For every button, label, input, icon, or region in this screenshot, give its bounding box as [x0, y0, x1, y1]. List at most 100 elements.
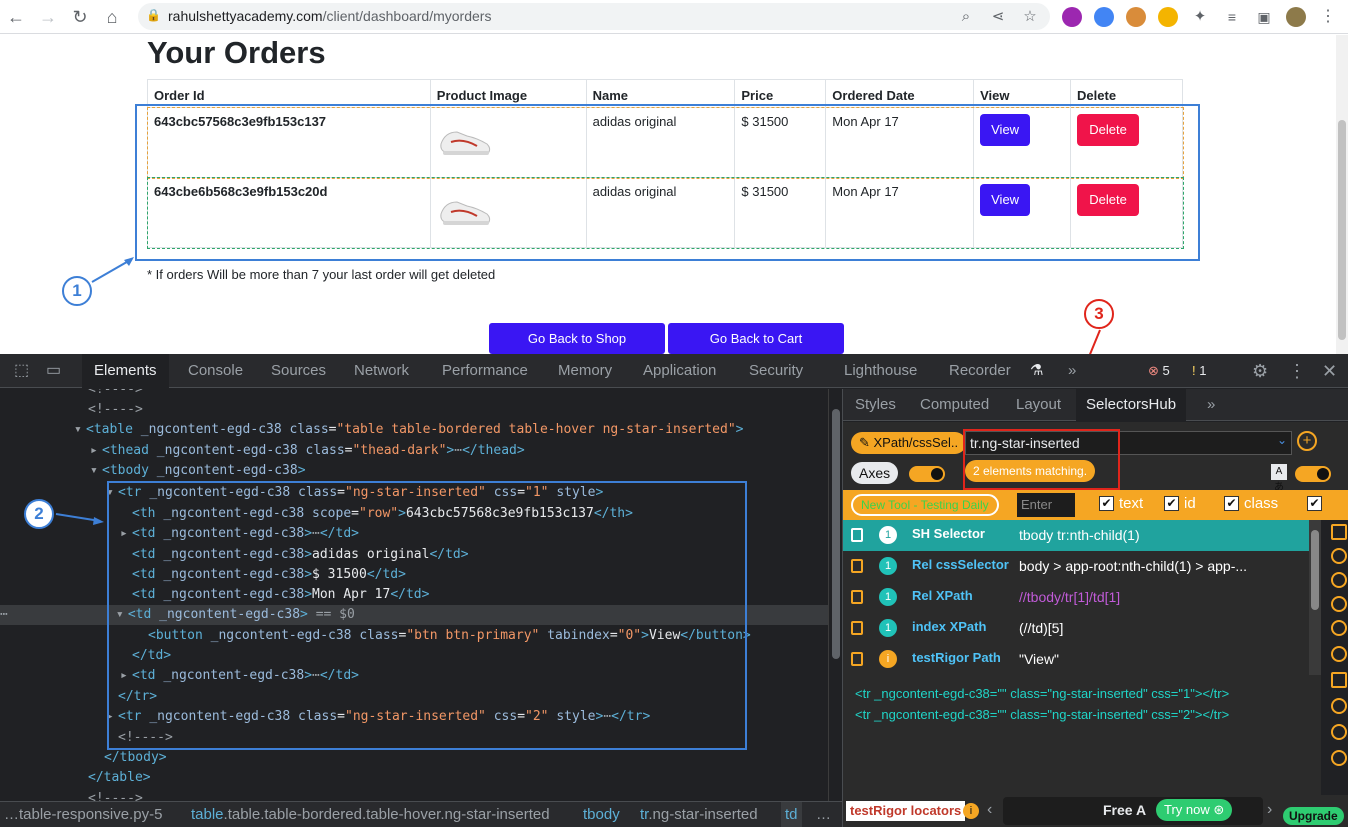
- breadcrumb-more-icon[interactable]: …: [816, 802, 831, 827]
- dom-node[interactable]: <td _ngcontent-egd-c38>$ 31500</td>: [132, 565, 406, 585]
- tab-lighthouse[interactable]: Lighthouse: [832, 354, 929, 388]
- tool-icon[interactable]: [1331, 646, 1347, 662]
- tab-memory[interactable]: Memory: [546, 354, 624, 388]
- case-icon[interactable]: Aあ: [1271, 464, 1287, 493]
- history-icon[interactable]: [1331, 750, 1347, 766]
- dom-node[interactable]: <td _ngcontent-egd-c38>adidas original</…: [132, 545, 469, 565]
- dom-node[interactable]: <th _ngcontent-egd-c38 scope="row">643cb…: [132, 504, 633, 524]
- tab-sources[interactable]: Sources: [259, 354, 338, 388]
- tab-selectorshub[interactable]: SelectorsHub: [1076, 389, 1187, 421]
- try-now-button[interactable]: Try now ⊛: [1156, 799, 1233, 821]
- selectorshub-extension-icon[interactable]: [1158, 7, 1178, 27]
- tab-styles[interactable]: Styles: [845, 389, 906, 421]
- info-icon[interactable]: i: [963, 803, 979, 819]
- text-checkbox[interactable]: ✔: [1099, 496, 1114, 511]
- view-button[interactable]: View: [980, 184, 1031, 216]
- tool-icon[interactable]: [1331, 572, 1347, 588]
- promo-link[interactable]: New Tool - Testing Daily: [851, 494, 999, 516]
- breadcrumb-item[interactable]: tr.ng-star-inserted: [640, 802, 758, 827]
- list-item[interactable]: 1 index XPath (//td)[5]: [843, 613, 1309, 644]
- copy-icon[interactable]: [851, 559, 863, 573]
- selector-input[interactable]: tr.ng-star-inserted: [965, 431, 1292, 455]
- dom-node[interactable]: <!---->: [88, 389, 143, 400]
- page-scrollbar-thumb[interactable]: [1338, 120, 1346, 340]
- side-panel-icon[interactable]: ▣: [1254, 7, 1274, 27]
- tool-icon[interactable]: [1331, 548, 1347, 564]
- cookie-extension-icon[interactable]: [1126, 7, 1146, 27]
- tab-recorder[interactable]: Recorder: [937, 354, 1023, 388]
- tab-performance[interactable]: Performance: [430, 354, 540, 388]
- breadcrumb-item-selected[interactable]: td: [781, 802, 802, 827]
- list-item[interactable]: 1 Rel cssSelector body > app-root:nth-ch…: [843, 551, 1309, 582]
- tab-security[interactable]: Security: [737, 354, 815, 388]
- tab-network[interactable]: Network: [342, 354, 421, 388]
- breadcrumb-item[interactable]: …table-responsive.py-5: [4, 802, 162, 827]
- settings-gear-icon[interactable]: [1331, 724, 1347, 740]
- device-toggle-icon[interactable]: ▭: [34, 354, 73, 388]
- tab-console[interactable]: Console: [176, 354, 255, 388]
- testrigor-locators-link[interactable]: testRigor locators: [846, 801, 966, 821]
- dom-node[interactable]: </td>: [132, 646, 171, 666]
- tool-icon[interactable]: [1331, 596, 1347, 612]
- copy-icon[interactable]: [851, 652, 863, 666]
- page-scrollbar[interactable]: [1336, 35, 1348, 354]
- breadcrumb-item[interactable]: tbody: [583, 802, 620, 827]
- dom-node[interactable]: </table>: [88, 768, 151, 788]
- case-toggle[interactable]: [1295, 466, 1331, 482]
- forward-icon[interactable]: →: [36, 5, 60, 29]
- extension-icon[interactable]: [1062, 7, 1082, 27]
- tab-elements[interactable]: Elements: [82, 354, 169, 388]
- list-item[interactable]: 1 Rel XPath //tbody/tr[1]/td[1]: [843, 582, 1309, 613]
- menu-kebab-icon[interactable]: ⋮: [1318, 7, 1338, 27]
- id-checkbox[interactable]: ✔: [1164, 496, 1179, 511]
- copy-icon[interactable]: [851, 621, 863, 635]
- tool-icon[interactable]: [1331, 672, 1347, 688]
- copy-icon[interactable]: [851, 528, 863, 542]
- chevron-right-icon[interactable]: ›: [1267, 801, 1272, 819]
- axes-button[interactable]: Axes: [851, 462, 899, 484]
- mode-selector[interactable]: ✎ XPath/cssSel..: [851, 432, 967, 454]
- delete-button[interactable]: Delete: [1077, 184, 1140, 216]
- profile-avatar[interactable]: [1286, 7, 1306, 27]
- tool-icon[interactable]: [1331, 698, 1347, 714]
- tab-application[interactable]: Application: [631, 354, 728, 388]
- elements-scrollbar[interactable]: [828, 389, 842, 801]
- bookmark-star-icon[interactable]: ☆: [1020, 7, 1040, 27]
- go-back-to-cart-button[interactable]: Go Back to Cart: [668, 323, 844, 354]
- list-item[interactable]: i testRigor Path "View": [843, 644, 1309, 675]
- chevron-left-icon[interactable]: ‹: [987, 801, 992, 819]
- view-button[interactable]: View: [980, 114, 1031, 146]
- dom-node[interactable]: ▾ <tr _ngcontent-egd-c38 class="ng-star-i…: [106, 483, 603, 503]
- input-dropdown-icon[interactable]: ⌄: [1277, 433, 1287, 447]
- dom-node[interactable]: ▸ <tr _ngcontent-egd-c38 class="ng-star-i…: [106, 707, 650, 727]
- tool-icon[interactable]: [1331, 524, 1347, 540]
- class-checkbox[interactable]: ✔: [1224, 496, 1239, 511]
- dom-node[interactable]: ▸ <thead _ngcontent-egd-c38 class="thead-…: [90, 441, 525, 461]
- more-tabs-icon[interactable]: »: [1056, 354, 1088, 388]
- share-icon[interactable]: ⋖: [988, 7, 1008, 27]
- reload-icon[interactable]: ↻: [68, 5, 92, 29]
- address-bar[interactable]: 🔒 rahulshettyacademy.com/client/dashboar…: [138, 3, 1050, 30]
- dom-node[interactable]: ▸ <td _ngcontent-egd-c38>⋯</td>: [120, 666, 359, 686]
- reading-list-icon[interactable]: ≡: [1222, 7, 1242, 27]
- matched-element[interactable]: <tr _ngcontent-egd-c38="" class="ng-star…: [855, 686, 1229, 701]
- copy-icon[interactable]: [851, 590, 863, 604]
- dom-node-selected[interactable]: ⋯ ▾ <td _ngcontent-egd-c38> == $0: [0, 605, 828, 625]
- more-sidebar-tabs-icon[interactable]: »: [1197, 389, 1225, 421]
- dom-node[interactable]: ▾ <table _ngcontent-egd-c38 class="table …: [74, 420, 743, 440]
- delete-button[interactable]: Delete: [1077, 114, 1140, 146]
- promo-banner[interactable]: Free A Try now ⊛: [1003, 797, 1263, 825]
- back-icon[interactable]: ←: [4, 5, 28, 29]
- dom-node[interactable]: <button _ngcontent-egd-c38 class="btn bt…: [148, 626, 751, 646]
- enter-input[interactable]: Enter: [1017, 493, 1075, 517]
- upgrade-button[interactable]: Upgrade: [1283, 807, 1344, 825]
- matched-element[interactable]: <tr _ngcontent-egd-c38="" class="ng-star…: [855, 707, 1229, 722]
- dom-node[interactable]: <!---->: [88, 400, 143, 420]
- warning-count[interactable]: ! 1: [1186, 362, 1212, 380]
- name-checkbox[interactable]: ✔: [1307, 496, 1322, 511]
- extensions-puzzle-icon[interactable]: ✦: [1190, 7, 1210, 27]
- add-selector-icon[interactable]: +: [1297, 431, 1317, 451]
- tab-computed[interactable]: Computed: [910, 389, 999, 421]
- elements-scrollbar-thumb[interactable]: [832, 409, 840, 659]
- list-item[interactable]: 1 SH Selector tbody tr:nth-child(1): [843, 520, 1309, 551]
